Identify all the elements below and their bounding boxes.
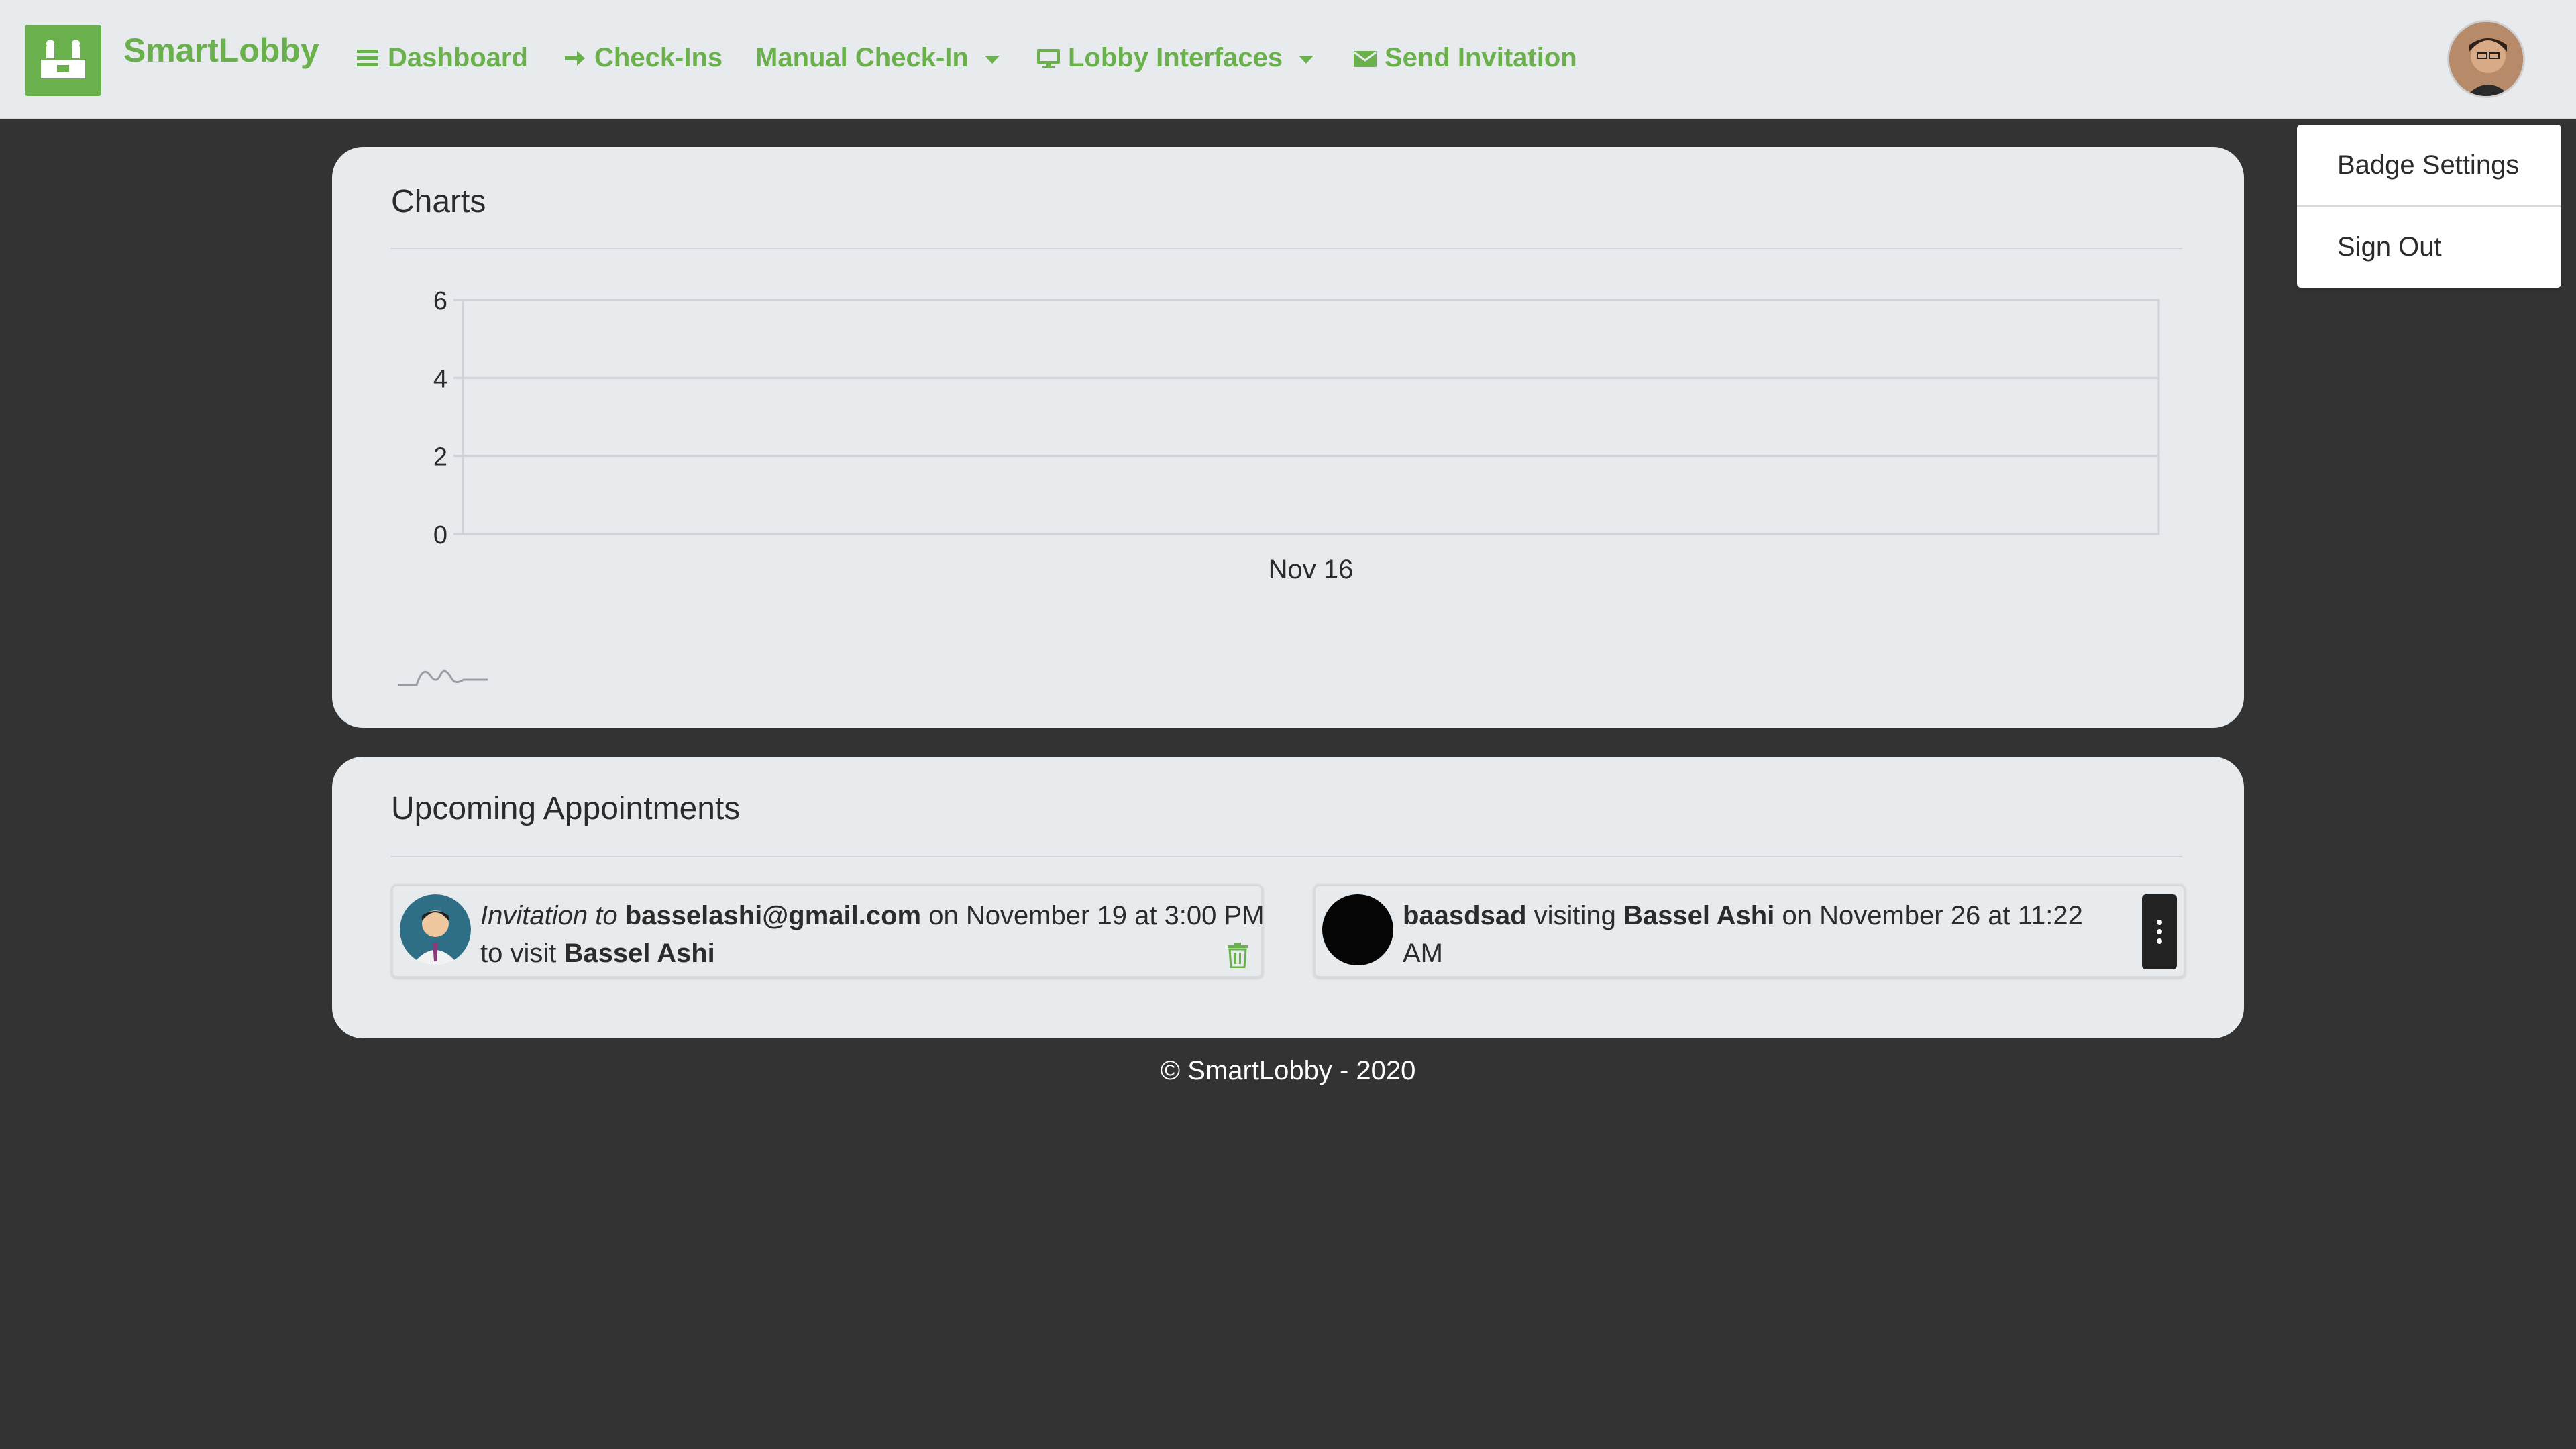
appointment-mid: visiting xyxy=(1534,901,1616,930)
invitee-email: basselashi@gmail.com xyxy=(625,901,922,930)
appointment-time: on November 19 at 3:00 PM xyxy=(928,901,1265,930)
plot-area xyxy=(462,299,2160,535)
nav-manual-check-in-label: Manual Check-In xyxy=(755,43,969,72)
appointment-mid: to visit xyxy=(480,938,557,968)
nav-dashboard[interactable]: Dashboard xyxy=(356,43,528,73)
nav-manual-check-in[interactable]: Manual Check-In xyxy=(755,43,1000,73)
invitation-prefix: Invitation to xyxy=(480,901,618,930)
charts-card: Charts 0246Nov 16 Check-InsIn PersonOnli… xyxy=(332,147,2244,794)
trash-icon[interactable] xyxy=(1226,943,1249,968)
envelope-icon xyxy=(1354,50,1377,67)
nav-check-ins[interactable]: Check-Ins xyxy=(562,43,722,73)
appointment-text: Invitation to basselashi@gmail.com on No… xyxy=(480,897,1265,972)
appointment-card-invitation[interactable]: Invitation to basselashi@gmail.com on No… xyxy=(391,884,1265,978)
y-tick-label: 0 xyxy=(433,521,447,549)
card-divider xyxy=(391,856,2182,857)
desktop-icon xyxy=(1037,48,1060,68)
lobby-desk-icon xyxy=(41,40,85,78)
menu-item-badge-settings[interactable]: Badge Settings xyxy=(2337,150,2519,180)
menu-item-sign-out[interactable]: Sign Out xyxy=(2337,232,2442,262)
menu-divider xyxy=(2297,205,2561,207)
top-navbar: SmartLobby Dashboard Check-Ins Manual Ch… xyxy=(0,0,2576,119)
brand-logo[interactable] xyxy=(25,25,101,96)
more-options-button[interactable] xyxy=(2142,894,2177,969)
x-tick-label: Nov 16 xyxy=(1269,555,1354,584)
nav-lobby-interfaces[interactable]: Lobby Interfaces xyxy=(1036,43,1314,73)
bars-icon xyxy=(357,49,378,66)
sparkline-icon[interactable] xyxy=(396,657,490,690)
nav-send-invitation-label: Send Invitation xyxy=(1385,43,1577,72)
nav-dashboard-label: Dashboard xyxy=(388,43,528,72)
user-dropdown-menu: Badge Settings Sign Out xyxy=(2297,125,2561,288)
kebab-dot xyxy=(2157,938,2162,944)
caret-down-icon xyxy=(984,55,1000,64)
y-tick-label: 6 xyxy=(433,287,447,315)
visitor-name: baasdsad xyxy=(1403,901,1527,930)
kebab-dot xyxy=(2157,929,2162,934)
avatar xyxy=(400,894,471,965)
nav-check-ins-label: Check-Ins xyxy=(594,43,723,72)
user-photo xyxy=(2449,22,2523,96)
y-tick-label: 2 xyxy=(433,443,447,472)
footer-copyright: © SmartLobby - 2020 xyxy=(1160,1056,1416,1085)
brand-name[interactable]: SmartLobby xyxy=(123,31,319,70)
y-tick-label: 4 xyxy=(433,365,447,393)
avatar xyxy=(1322,894,1393,965)
businessman-avatar-icon xyxy=(400,894,471,965)
appointment-card-visit[interactable]: baasdsad visiting Bassel Ashi on Novembe… xyxy=(1313,884,2186,978)
caret-down-icon xyxy=(1299,55,1314,64)
host-name: Bassel Ashi xyxy=(564,938,715,968)
arrow-right-icon xyxy=(565,50,585,66)
appointment-text: baasdsad visiting Bassel Ashi on Novembe… xyxy=(1403,897,2114,972)
nav-send-invitation[interactable]: Send Invitation xyxy=(1352,43,1577,73)
appointments-card-title: Upcoming Appointments xyxy=(391,791,741,826)
kebab-dot xyxy=(2157,920,2162,925)
line-chart: 0 2 4 6 Nov 16 xyxy=(433,287,2160,584)
host-name: Bassel Ashi xyxy=(1623,901,1775,930)
nav-lobby-interfaces-label: Lobby Interfaces xyxy=(1068,43,1283,72)
user-avatar[interactable] xyxy=(2447,20,2525,98)
